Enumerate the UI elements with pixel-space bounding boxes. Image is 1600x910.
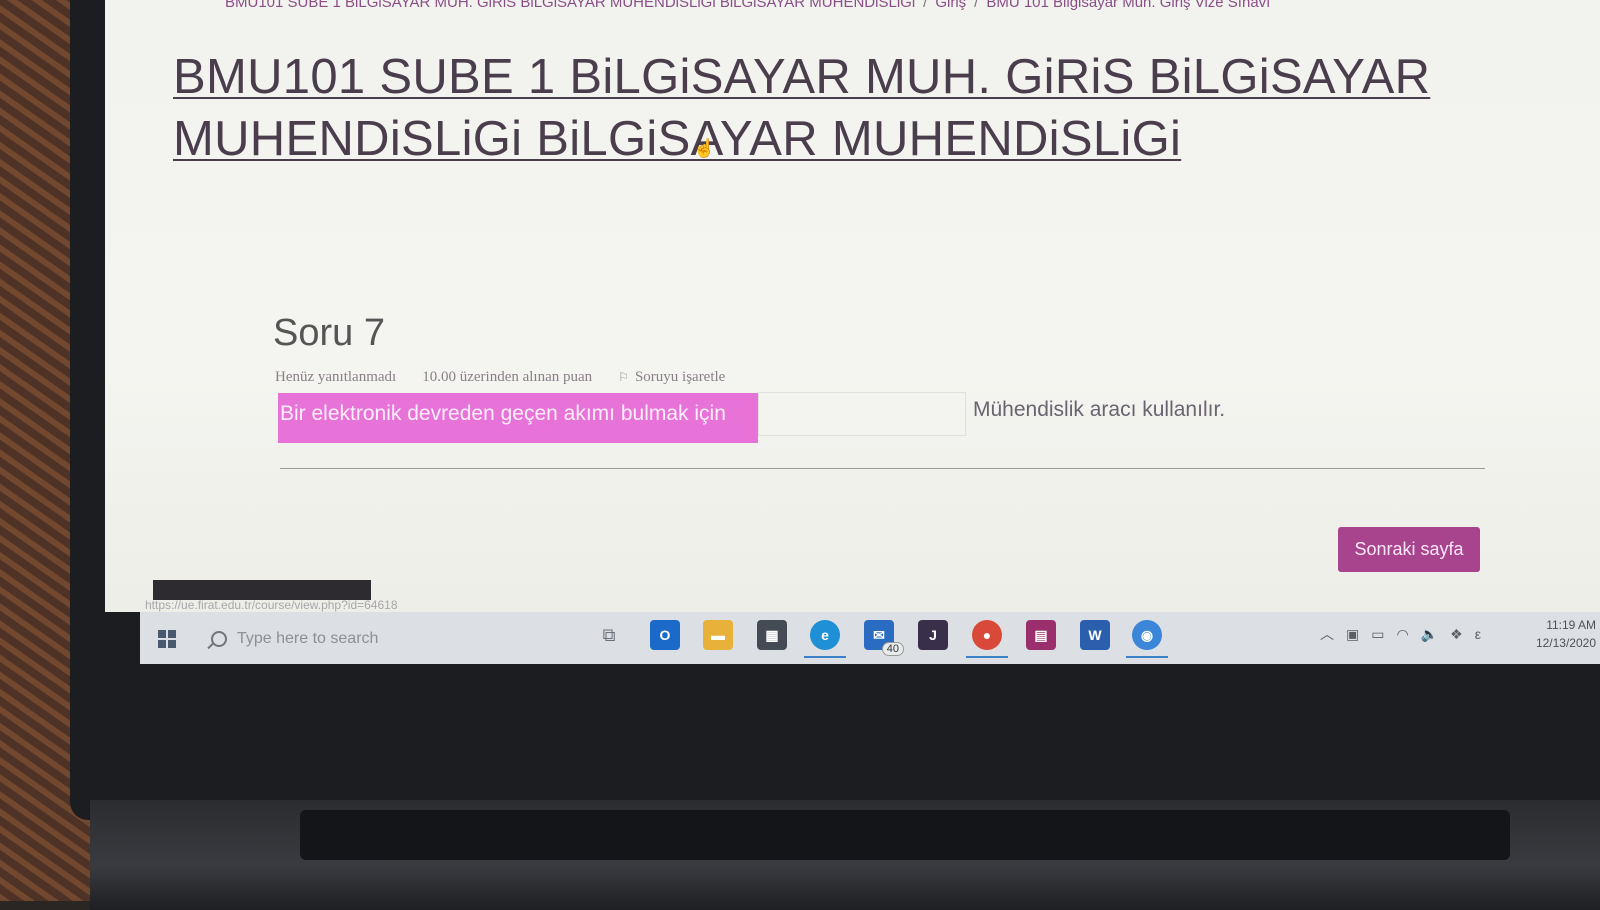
chrome-icon[interactable]: ● — [972, 620, 1002, 650]
search-icon — [211, 631, 227, 647]
question-text-suffix: Mühendislik aracı kullanılır. — [973, 398, 1225, 422]
breadcrumb: BMU101 SUBE 1 BiLGiSAYAR MUH. GiRiS BiLG… — [225, 0, 1270, 11]
file-explorer-icon[interactable]: ▬ — [703, 620, 733, 650]
language-icon[interactable]: ε — [1475, 626, 1481, 642]
course-title-link[interactable]: BMU101 SUBE 1 BiLGiSAYAR MUH. GiRiS BiLG… — [173, 46, 1433, 170]
dropbox-icon[interactable]: ❖ — [1450, 626, 1463, 643]
question-status: Henüz yanıtlanmadı — [275, 369, 396, 386]
windows-taskbar: Type here to search ⧉ O ▬ ▦ e ✉40 J ● ▤ … — [140, 612, 1600, 664]
app-circle-icon[interactable]: ◉ — [1132, 620, 1162, 650]
tray-app-icon[interactable]: ▣ — [1346, 626, 1359, 643]
hand-cursor-icon: ☝ — [693, 138, 707, 160]
winrar-icon[interactable]: ▤ — [1026, 620, 1056, 650]
question-info: Henüz yanıtlanmadı 10.00 üzerinden alına… — [275, 369, 725, 386]
word-icon[interactable]: W — [1080, 620, 1110, 650]
question-divider — [280, 468, 1485, 469]
flag-icon: ⚐ — [618, 370, 629, 385]
question-grade: 10.00 üzerinden alınan puan — [422, 369, 592, 386]
windows-start-icon[interactable] — [158, 630, 176, 648]
clock-date: 12/13/2020 — [1506, 634, 1596, 652]
battery-icon[interactable]: ▭ — [1371, 626, 1384, 643]
clock-time: 11:19 AM — [1506, 616, 1596, 634]
breadcrumb-item-course[interactable]: BMU101 SUBE 1 BiLGiSAYAR MUH. GiRiS BiLG… — [225, 0, 915, 11]
taskbar-search-placeholder: Type here to search — [237, 630, 378, 648]
breadcrumb-item-section[interactable]: Giriş — [935, 0, 966, 11]
wifi-icon[interactable]: ◠ — [1396, 626, 1408, 643]
browser-screen: BMU101 SUBE 1 BiLGiSAYAR MUH. GiRiS BiLG… — [105, 0, 1600, 612]
edge-icon[interactable]: e — [810, 620, 840, 650]
outlook-icon[interactable]: O — [650, 620, 680, 650]
taskbar-clock[interactable]: 11:19 AM 12/13/2020 — [1506, 616, 1596, 652]
app-j-icon[interactable]: J — [918, 620, 948, 650]
laptop-hinge — [300, 810, 1510, 860]
chevron-up-icon[interactable]: ︿ — [1320, 624, 1334, 644]
flag-question-label: Soruyu işaretle — [635, 369, 725, 386]
question-text: Bir elektronik devreden geçen akımı bulm… — [278, 393, 758, 443]
next-page-button[interactable]: Sonraki sayfa — [1338, 527, 1480, 572]
flag-question-link[interactable]: ⚐ Soruyu işaretle — [618, 369, 725, 386]
task-view-icon[interactable]: ⧉ — [594, 620, 624, 650]
quiz-timer — [153, 580, 371, 600]
breadcrumb-item-quiz[interactable]: BMU 101 Bilgisayar Muh. Giriş Vize Sınav… — [986, 0, 1270, 11]
answer-input[interactable] — [758, 392, 966, 436]
volume-icon[interactable]: 🔈 — [1421, 626, 1438, 643]
mail-icon[interactable]: ✉40 — [864, 620, 894, 650]
question-number: Soru 7 — [273, 312, 385, 355]
system-tray: ︿ ▣ ▭ ◠ 🔈 ❖ ε — [1320, 624, 1481, 644]
store-icon[interactable]: ▦ — [757, 620, 787, 650]
status-bar-url: https://ue.firat.edu.tr/course/view.php?… — [145, 598, 398, 612]
mail-badge: 40 — [882, 642, 904, 656]
taskbar-search[interactable]: Type here to search — [205, 622, 545, 656]
